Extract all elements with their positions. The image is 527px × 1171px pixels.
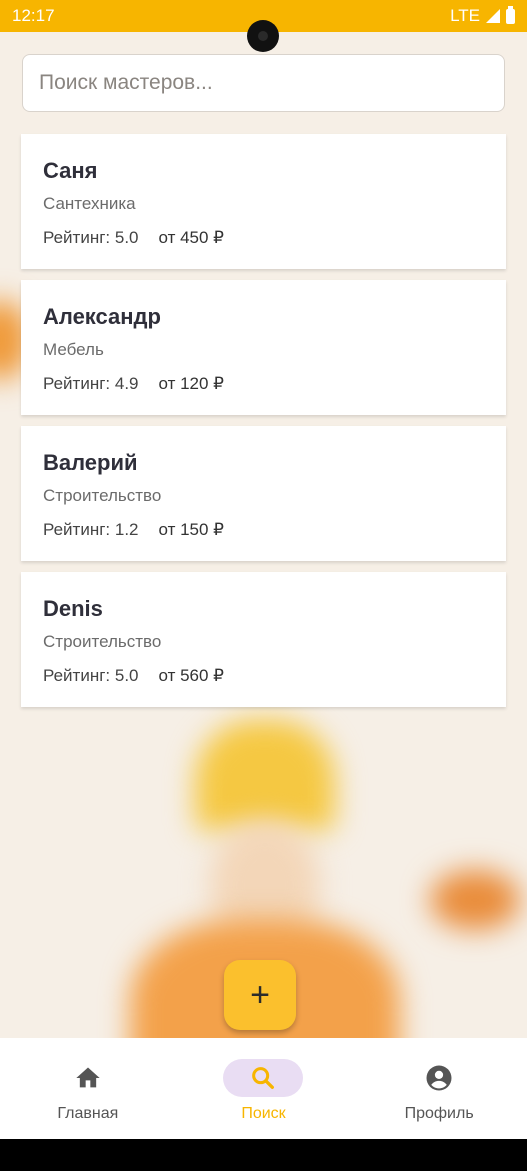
plus-icon: + [250,975,270,1014]
nav-label-home: Главная [57,1104,119,1122]
search-icon [252,1066,275,1089]
master-rating: Рейтинг: 4.9 [43,374,139,393]
masters-list: Саня Сантехника Рейтинг: 5.0 от 450 ₽ Ал… [21,134,506,718]
status-indicators: LTE [450,5,515,26]
nav-item-profile[interactable]: Профиль [369,1059,509,1123]
system-navigation-bar [0,1139,527,1171]
nav-label-search: Поиск [241,1104,286,1122]
master-rating: Рейтинг: 5.0 [43,228,139,247]
master-category: Мебель [43,340,104,359]
master-category: Строительство [43,632,162,651]
add-button[interactable]: + [224,960,296,1030]
master-card[interactable]: Александр Мебель Рейтинг: 4.9 от 120 ₽ [21,280,506,415]
master-price: от 120 ₽ [158,374,225,393]
account-circle-icon [426,1065,452,1090]
master-category: Строительство [43,486,162,505]
nav-item-home[interactable]: Главная [18,1059,158,1123]
camera-cutout [247,20,279,52]
master-price: от 150 ₽ [158,520,225,539]
nav-label-profile: Профиль [404,1104,474,1122]
master-rating: Рейтинг: 1.2 [43,520,139,539]
master-price: от 560 ₽ [158,666,225,685]
status-time: 12:17 [12,6,55,25]
nav-item-search[interactable]: Поиск [193,1058,333,1123]
master-card[interactable]: Саня Сантехника Рейтинг: 5.0 от 450 ₽ [21,134,506,269]
search-placeholder: Поиск мастеров... [39,71,213,94]
master-name: Валерий [43,450,138,475]
battery-icon [506,5,515,24]
master-price: от 450 ₽ [158,228,225,247]
master-name: Denis [43,596,103,621]
master-name: Саня [43,158,98,183]
home-icon [76,1067,100,1087]
master-category: Сантехника [43,194,136,213]
search-input[interactable]: Поиск мастеров... [22,54,505,112]
master-card[interactable]: Denis Строительство Рейтинг: 5.0 от 560 … [21,572,506,707]
bottom-navigation: Главная Поиск Профиль [0,1038,527,1139]
master-rating: Рейтинг: 5.0 [43,666,139,685]
signal-icon [486,9,500,23]
master-name: Александр [43,304,161,329]
network-label: LTE [450,6,480,25]
master-card[interactable]: Валерий Строительство Рейтинг: 1.2 от 15… [21,426,506,561]
